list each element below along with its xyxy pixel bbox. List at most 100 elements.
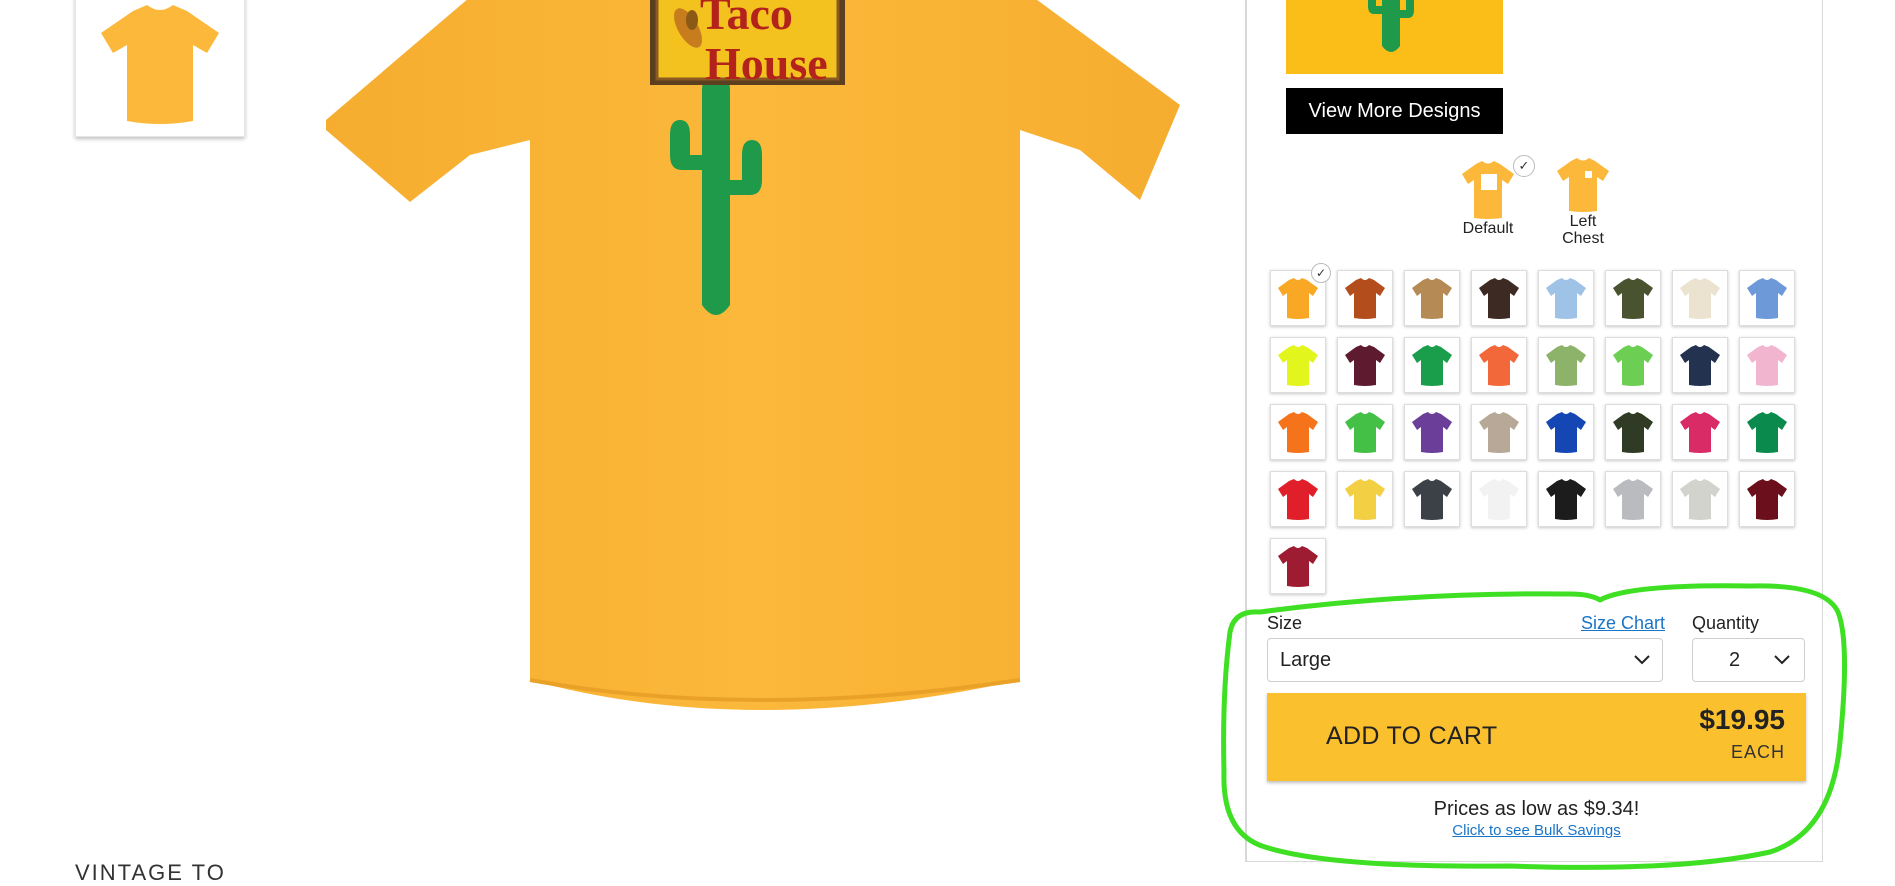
color-swatch[interactable] — [1739, 337, 1795, 393]
color-swatch[interactable] — [1672, 404, 1728, 460]
shirt-color-icon — [1680, 278, 1720, 319]
color-swatch[interactable] — [1672, 337, 1728, 393]
product-main-image — [326, 0, 1180, 710]
size-chart-link[interactable]: Size Chart — [1581, 613, 1665, 634]
print-option-default-label: Default — [1462, 220, 1514, 237]
bulk-price-headline: Prices as low as $9.34! — [1433, 798, 1640, 820]
size-label: Size — [1267, 613, 1303, 633]
shirt-left-chest-icon — [1557, 158, 1609, 212]
color-swatch[interactable] — [1538, 404, 1594, 460]
color-swatch[interactable] — [1739, 404, 1795, 460]
section-heading-cut: VINTAGE TO — [75, 860, 226, 885]
shirt-color-icon — [1479, 345, 1519, 386]
shirt-color-icon — [1546, 412, 1586, 453]
color-swatch[interactable] — [1337, 471, 1393, 527]
shirt-color-icon — [1278, 345, 1318, 386]
color-swatch[interactable] — [1404, 270, 1460, 326]
color-swatch[interactable] — [1739, 471, 1795, 527]
shirt-color-icon — [1479, 278, 1519, 319]
shirt-color-icon — [1546, 345, 1586, 386]
color-swatch[interactable] — [1605, 404, 1661, 460]
color-swatch[interactable] — [1739, 270, 1795, 326]
shirt-color-icon — [1479, 412, 1519, 453]
size-select[interactable]: Large — [1267, 638, 1663, 682]
price-unit: EACH — [1730, 742, 1785, 762]
shirt-color-icon — [1412, 345, 1452, 386]
size-select-value: Large — [1280, 648, 1332, 671]
shirt-color-icon — [1546, 479, 1586, 520]
quantity-select[interactable]: 2 — [1692, 638, 1805, 682]
shirt-color-icon — [1345, 278, 1385, 319]
shirt-color-icon — [1546, 278, 1586, 319]
color-swatch[interactable]: ✓ — [1270, 263, 1331, 326]
quantity-select-value: 2 — [1729, 648, 1741, 671]
shirt-default-icon — [1462, 161, 1514, 219]
panel-edge — [1822, 0, 1823, 862]
cactus-icon — [1368, 0, 1414, 52]
color-swatch[interactable] — [1605, 270, 1661, 326]
shirt-color-icon — [1680, 479, 1720, 520]
shirt-color-icon — [1412, 412, 1452, 453]
shirt-color-icon — [1680, 412, 1720, 453]
color-swatch[interactable] — [1471, 471, 1527, 527]
color-swatch[interactable] — [1270, 337, 1326, 393]
quantity-label: Quantity — [1692, 613, 1760, 633]
color-swatch[interactable] — [1404, 337, 1460, 393]
unit-price: $19.95 — [1699, 704, 1785, 735]
shirt-color-icon — [1278, 479, 1318, 520]
color-swatch[interactable] — [1270, 404, 1326, 460]
print-option-default[interactable]: Default — [1453, 160, 1523, 237]
shirt-thumbnail-image — [101, 4, 219, 124]
color-swatch[interactable] — [1337, 337, 1393, 393]
shirt-color-icon — [1747, 278, 1787, 319]
color-swatch[interactable] — [1471, 404, 1527, 460]
shirt-color-icon — [1680, 345, 1720, 386]
shirt-color-icon — [1412, 479, 1452, 520]
product-thumbnail[interactable] — [75, 0, 245, 137]
chevron-down-icon — [1634, 655, 1650, 665]
checkmark-icon: ✓ — [1311, 263, 1331, 283]
color-swatch[interactable] — [1538, 270, 1594, 326]
color-swatch[interactable] — [1270, 538, 1326, 594]
color-swatch[interactable] — [1337, 404, 1393, 460]
print-option-left-chest-label: Left Chest — [1562, 213, 1604, 247]
color-swatch[interactable] — [1672, 471, 1728, 527]
color-swatch[interactable] — [1538, 471, 1594, 527]
color-swatch-grid: ✓ — [1270, 263, 1805, 594]
color-swatch[interactable] — [1605, 337, 1661, 393]
shirt-color-icon — [1613, 278, 1653, 319]
shirt-color-icon — [1613, 479, 1653, 520]
panel-divider — [1245, 0, 1247, 862]
color-swatch[interactable] — [1471, 270, 1527, 326]
add-to-cart-label: ADD TO CART — [1326, 722, 1498, 750]
color-swatch[interactable] — [1471, 337, 1527, 393]
shirt-color-icon — [1747, 479, 1787, 520]
shirt-color-icon — [1278, 412, 1318, 453]
sign-line-2: House — [705, 38, 828, 89]
view-more-designs-button[interactable]: View More Designs — [1286, 88, 1503, 134]
color-swatch[interactable] — [1270, 471, 1326, 527]
color-swatch[interactable] — [1538, 337, 1594, 393]
chevron-down-icon — [1774, 655, 1790, 665]
shirt-color-icon — [1345, 412, 1385, 453]
shirt-color-icon — [1613, 345, 1653, 386]
shirt-color-icon — [1613, 412, 1653, 453]
color-swatch[interactable] — [1337, 270, 1393, 326]
sign-line-1: Taco — [700, 0, 793, 39]
shirt-color-icon — [1345, 479, 1385, 520]
print-option-left-chest[interactable]: Left Chest — [1548, 157, 1618, 247]
shirt-color-icon — [1278, 546, 1318, 587]
bulk-savings-link[interactable]: Click to see Bulk Savings — [1267, 822, 1806, 839]
color-swatch[interactable] — [1605, 471, 1661, 527]
color-swatch[interactable] — [1404, 471, 1460, 527]
color-swatch[interactable] — [1404, 404, 1460, 460]
shirt-color-icon — [1345, 345, 1385, 386]
shirt-color-icon — [1747, 345, 1787, 386]
shirt-color-icon — [1278, 278, 1318, 319]
color-swatch[interactable] — [1672, 270, 1728, 326]
shirt-color-icon — [1479, 479, 1519, 520]
shirt-color-icon — [1747, 412, 1787, 453]
shirt-color-icon — [1412, 278, 1452, 319]
design-preview[interactable] — [1286, 0, 1503, 74]
panel-bottom-edge — [1245, 861, 1823, 862]
